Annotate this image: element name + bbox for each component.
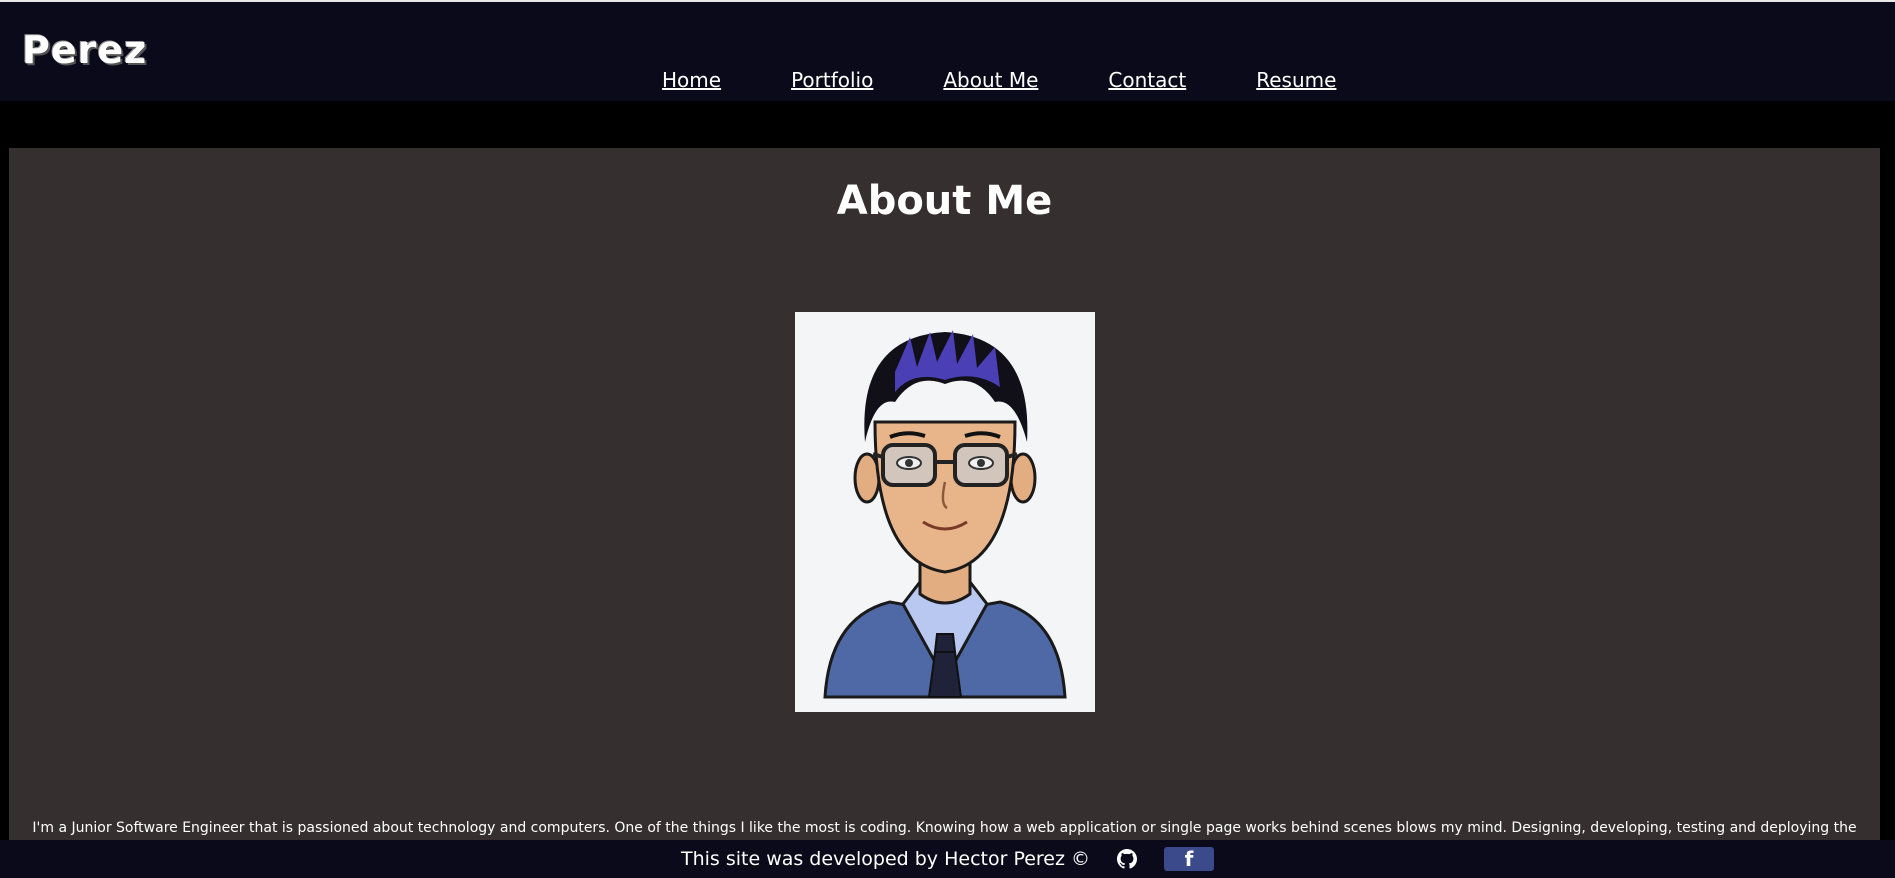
nav-contact-link[interactable]: Contact bbox=[1108, 68, 1186, 98]
page-title: About Me bbox=[836, 178, 1053, 224]
facebook-icon[interactable]: f bbox=[1164, 847, 1215, 871]
about-section: About Me I'm a Junior Software Engineer … bbox=[9, 148, 1880, 840]
github-icon[interactable] bbox=[1116, 848, 1138, 870]
site-logo[interactable]: Perez bbox=[22, 28, 147, 72]
site-header: Perez Home Portfolio About Me Contact Re… bbox=[0, 2, 1895, 101]
nav-portfolio-link[interactable]: Portfolio bbox=[791, 68, 873, 98]
nav-home-link[interactable]: Home bbox=[662, 68, 721, 98]
main-nav: Home Portfolio About Me Contact Resume bbox=[662, 68, 1336, 98]
footer-credit: This site was developed by Hector Perez … bbox=[680, 848, 1091, 870]
avatar-illustration bbox=[795, 312, 1095, 712]
facebook-glyph: f bbox=[1184, 847, 1194, 871]
avatar bbox=[795, 312, 1095, 712]
bio-text: I'm a Junior Software Engineer that is p… bbox=[32, 820, 1857, 836]
nav-resume-link[interactable]: Resume bbox=[1256, 68, 1336, 98]
nav-about-link[interactable]: About Me bbox=[943, 68, 1038, 98]
site-footer: This site was developed by Hector Perez … bbox=[0, 840, 1895, 878]
